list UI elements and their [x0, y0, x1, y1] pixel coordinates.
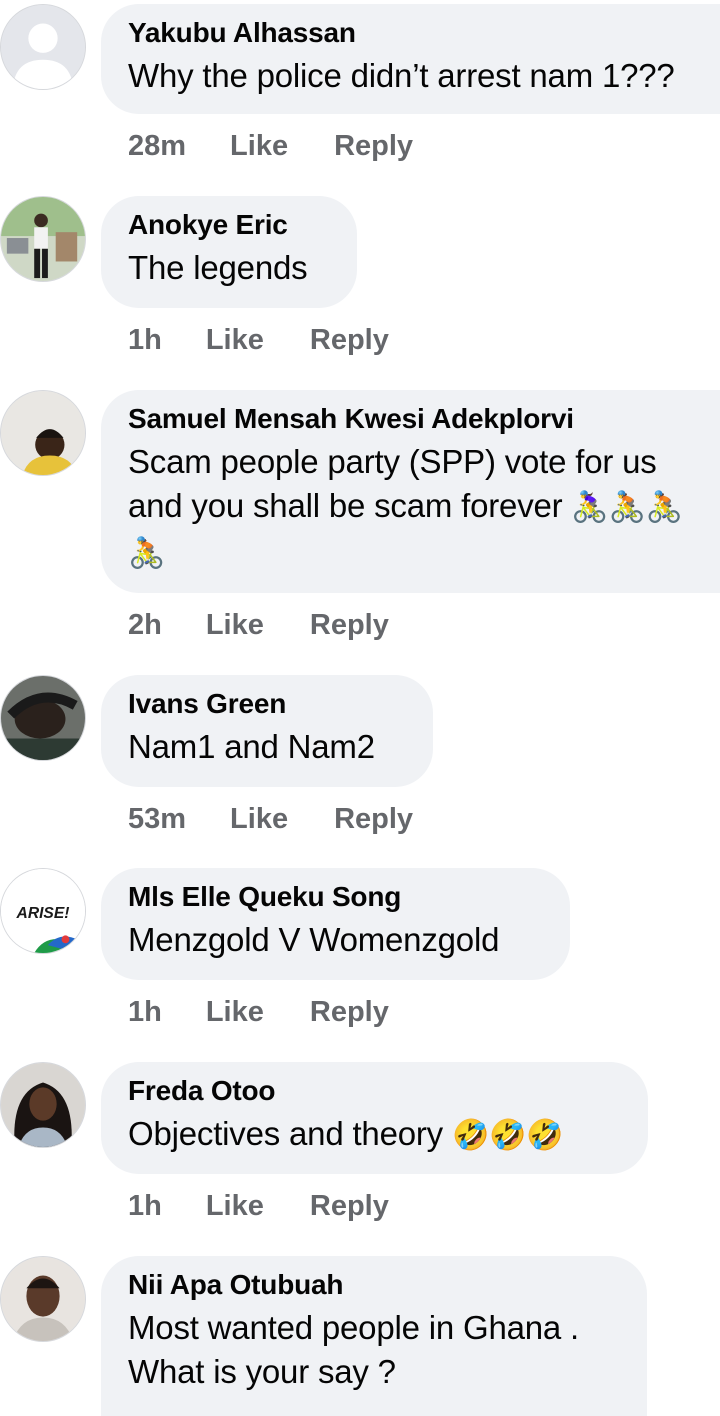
comment-actions: 1h Like Reply: [128, 996, 389, 1029]
comment-bubble[interactable]: Freda Otoo Objectives and theory 🤣🤣🤣: [101, 1062, 648, 1174]
comment-bubble[interactable]: Samuel Mensah Kwesi Adekplorvi Scam peop…: [101, 390, 720, 593]
avatar[interactable]: [0, 1256, 86, 1342]
reply-button[interactable]: Reply: [310, 996, 389, 1029]
comment-actions: 53m Like Reply: [128, 803, 413, 836]
comment-author[interactable]: Mls Elle Queku Song: [128, 882, 544, 912]
avatar[interactable]: [0, 196, 86, 282]
reply-button[interactable]: Reply: [310, 609, 389, 642]
comment-text: Most wanted people in Ghana . What is yo…: [128, 1309, 579, 1390]
comment-text: Why the police didn’t arrest nam 1???: [128, 57, 675, 94]
comment-time: 1h: [128, 1190, 162, 1222]
comment-author[interactable]: Nii Apa Otubuah: [128, 1270, 621, 1300]
comment-bubble[interactable]: Anokye Eric The legends: [101, 196, 357, 308]
comment-actions: 1h Like Reply: [128, 324, 389, 357]
comment-author[interactable]: Yakubu Alhassan: [128, 18, 694, 48]
arise-logo-text: ARISE!: [16, 905, 70, 922]
default-avatar-icon[interactable]: [0, 4, 86, 90]
reply-button[interactable]: Reply: [334, 130, 413, 163]
comment-actions: 2h Like Reply: [128, 609, 389, 642]
avatar[interactable]: [0, 390, 86, 476]
comment-author[interactable]: Samuel Mensah Kwesi Adekplorvi: [128, 404, 694, 434]
like-button[interactable]: Like: [230, 130, 288, 163]
comment-actions: 1h Like Reply: [128, 1190, 389, 1223]
comment-text-body: Objectives and theory: [128, 1115, 443, 1152]
reply-button[interactable]: Reply: [334, 803, 413, 836]
comment-author[interactable]: Ivans Green: [128, 689, 407, 719]
comment-text: Nam1 and Nam2: [128, 728, 375, 765]
avatar[interactable]: [0, 675, 86, 761]
avatar[interactable]: [0, 1062, 86, 1148]
comment-time: 1h: [128, 996, 162, 1028]
comment-time: 28m: [128, 130, 187, 162]
comment-bubble[interactable]: Nii Apa Otubuah Most wanted people in Gh…: [101, 1256, 647, 1416]
comment-bubble[interactable]: Ivans Green Nam1 and Nam2: [101, 675, 433, 787]
like-button[interactable]: Like: [206, 1190, 264, 1223]
comment-text: Objectives and theory 🤣🤣🤣: [128, 1112, 622, 1158]
comment-text: The legends: [128, 249, 308, 286]
comment-text: Menzgold V Womenzgold: [128, 921, 500, 958]
comment-time: 53m: [128, 803, 187, 835]
reply-button[interactable]: Reply: [310, 1190, 389, 1223]
like-button[interactable]: Like: [230, 803, 288, 836]
like-button[interactable]: Like: [206, 609, 264, 642]
comment-text: Scam people party (SPP) vote for us and …: [128, 440, 708, 576]
comment-bubble[interactable]: Yakubu Alhassan Why the police didn’t ar…: [101, 4, 720, 114]
arise-logo-avatar[interactable]: ARISE!: [0, 868, 86, 954]
comment-author[interactable]: Anokye Eric: [128, 210, 331, 240]
laughing-emoji-icon: 🤣🤣🤣: [451, 1118, 564, 1153]
reply-button[interactable]: Reply: [310, 324, 389, 357]
comment-bubble[interactable]: Mls Elle Queku Song Menzgold V Womenzgol…: [101, 868, 570, 980]
comment-actions: 28m Like Reply: [128, 130, 413, 163]
comment-time: 2h: [128, 609, 162, 641]
comment-time: 1h: [128, 324, 162, 356]
like-button[interactable]: Like: [206, 996, 264, 1029]
comment-author[interactable]: Freda Otoo: [128, 1076, 622, 1106]
like-button[interactable]: Like: [206, 324, 264, 357]
